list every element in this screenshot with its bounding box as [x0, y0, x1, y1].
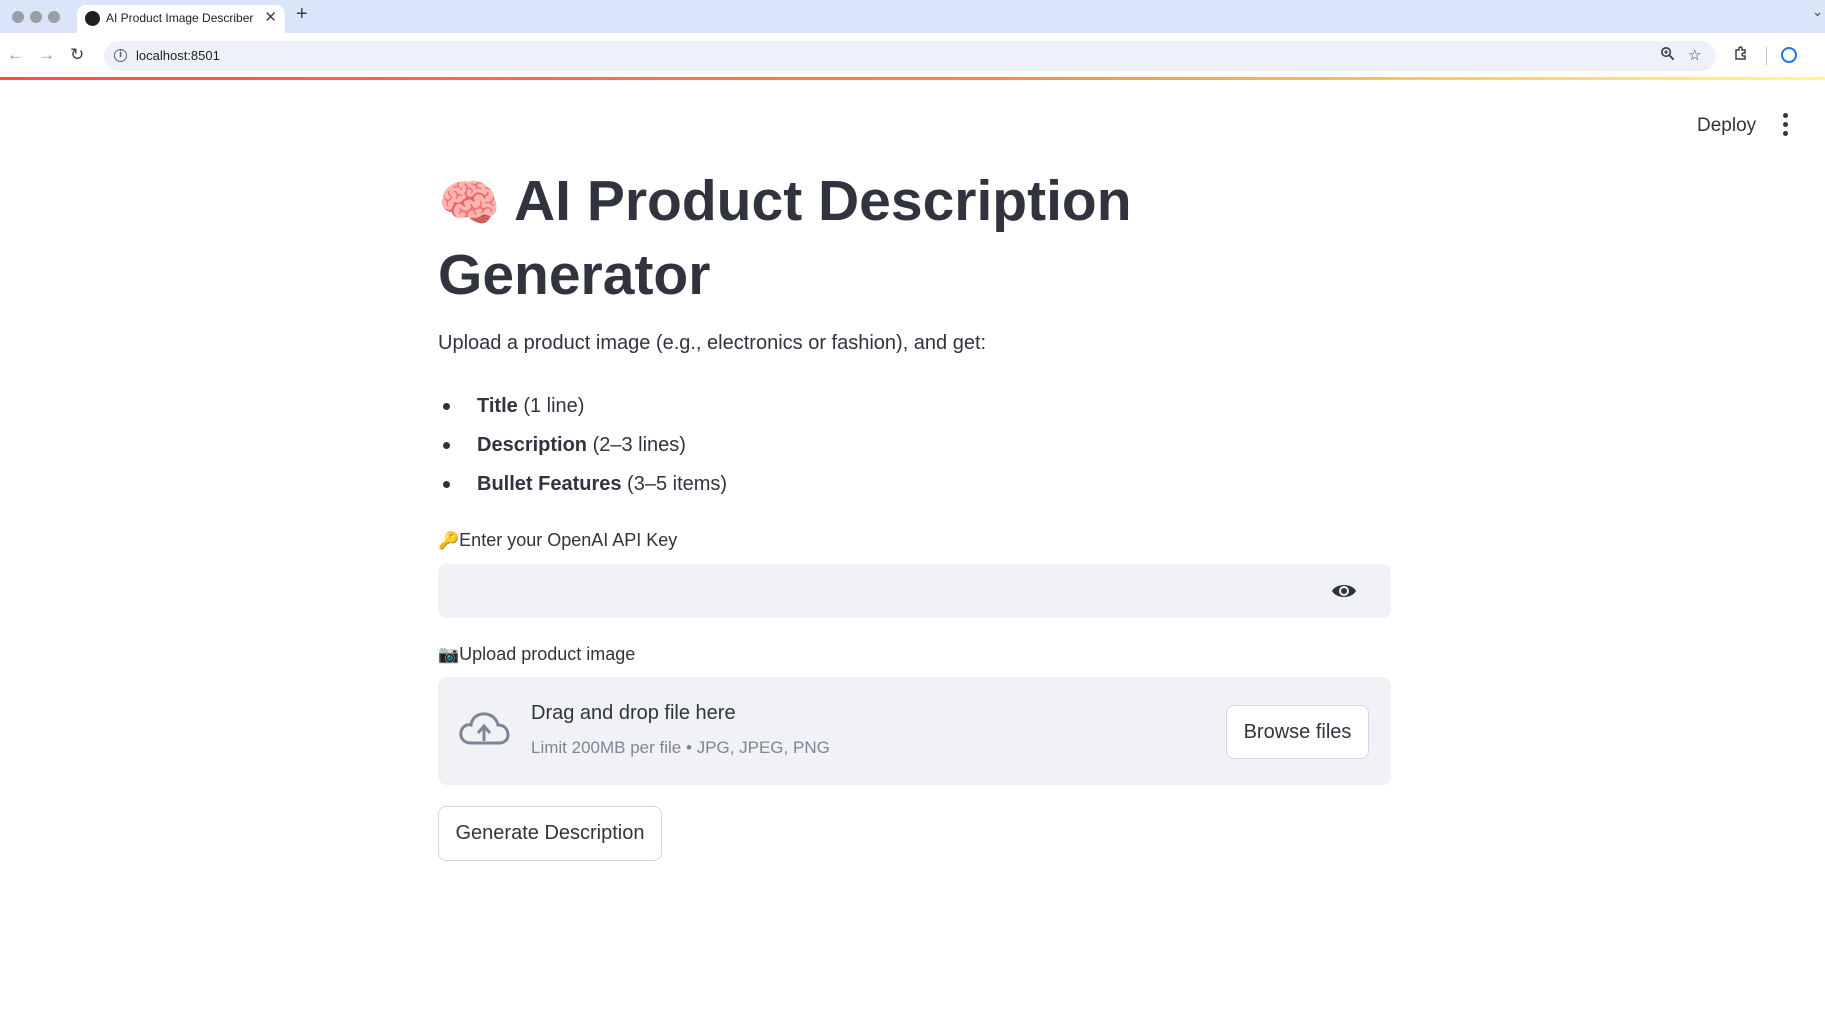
cloud-upload-icon	[459, 712, 510, 745]
url-text[interactable]: localhost:8501	[136, 48, 220, 63]
streamlit-favicon-icon	[85, 11, 100, 26]
api-key-label: 🔑Enter your OpenAI API Key	[438, 530, 678, 551]
generate-description-button[interactable]: Generate Description	[438, 806, 662, 861]
browser-tab-bar: AI Product Image Describer ✕ + ⌄	[0, 0, 1825, 33]
window-maximize-dot[interactable]	[48, 11, 60, 23]
address-bar[interactable]: i localhost:8501 ☆	[104, 41, 1716, 71]
intro-text: Upload a product image (e.g., electronic…	[438, 332, 987, 354]
browse-files-button[interactable]: Browse files	[1226, 705, 1369, 759]
api-key-input[interactable]	[438, 564, 1391, 618]
deploy-button[interactable]: Deploy	[1697, 115, 1756, 137]
app-menu-icon[interactable]	[1783, 113, 1791, 140]
key-icon: 🔑	[438, 531, 460, 551]
browser-toolbar: ← → ↻ i localhost:8501 ☆ ⋮	[0, 33, 1825, 78]
forward-icon[interactable]: →	[38, 45, 55, 65]
back-icon[interactable]: ←	[7, 45, 24, 65]
page-title-text: AI Product Description Generator	[438, 169, 1132, 307]
site-info-icon[interactable]: i	[114, 49, 127, 62]
tab-close-icon[interactable]: ✕	[264, 8, 277, 26]
page-title: 🧠 AI Product Description Generator	[438, 165, 1391, 311]
tab-title: AI Product Image Describer	[106, 11, 254, 25]
camera-icon: 📷	[438, 645, 460, 665]
brain-emoji-icon: 🧠	[438, 174, 501, 232]
dropzone-title: Drag and drop file here	[531, 702, 736, 724]
new-tab-icon[interactable]: +	[296, 3, 308, 26]
list-item: Title (1 line)	[438, 393, 727, 432]
reload-icon[interactable]: ↻	[70, 45, 84, 65]
tab-list-chevron-icon[interactable]: ⌄	[1812, 4, 1823, 20]
window-minimize-dot[interactable]	[30, 11, 42, 23]
profile-icon[interactable]	[1781, 47, 1797, 63]
output-feature-list: Title (1 line) Description (2–3 lines) B…	[438, 393, 727, 510]
list-item: Bullet Features (3–5 items)	[438, 471, 727, 510]
show-password-eye-icon[interactable]	[1331, 581, 1357, 601]
dropzone-limit-text: Limit 200MB per file • JPG, JPEG, PNG	[531, 738, 830, 757]
browser-menu-icon[interactable]: ⋮	[1818, 44, 1825, 64]
bookmark-star-icon[interactable]: ☆	[1688, 46, 1701, 64]
extensions-icon[interactable]	[1733, 45, 1749, 66]
file-dropzone[interactable]: Drag and drop file here Limit 200MB per …	[438, 677, 1391, 785]
browser-tab[interactable]: AI Product Image Describer ✕	[77, 5, 285, 33]
toolbar-divider	[1766, 47, 1767, 65]
window-close-dot[interactable]	[12, 11, 24, 23]
streamlit-decoration-bar	[0, 77, 1825, 80]
list-item: Description (2–3 lines)	[438, 432, 727, 471]
upload-label: 📷Upload product image	[438, 644, 636, 665]
zoom-icon[interactable]	[1660, 46, 1675, 65]
main-content: 🧠 AI Product Description Generator Uploa…	[438, 165, 1391, 861]
